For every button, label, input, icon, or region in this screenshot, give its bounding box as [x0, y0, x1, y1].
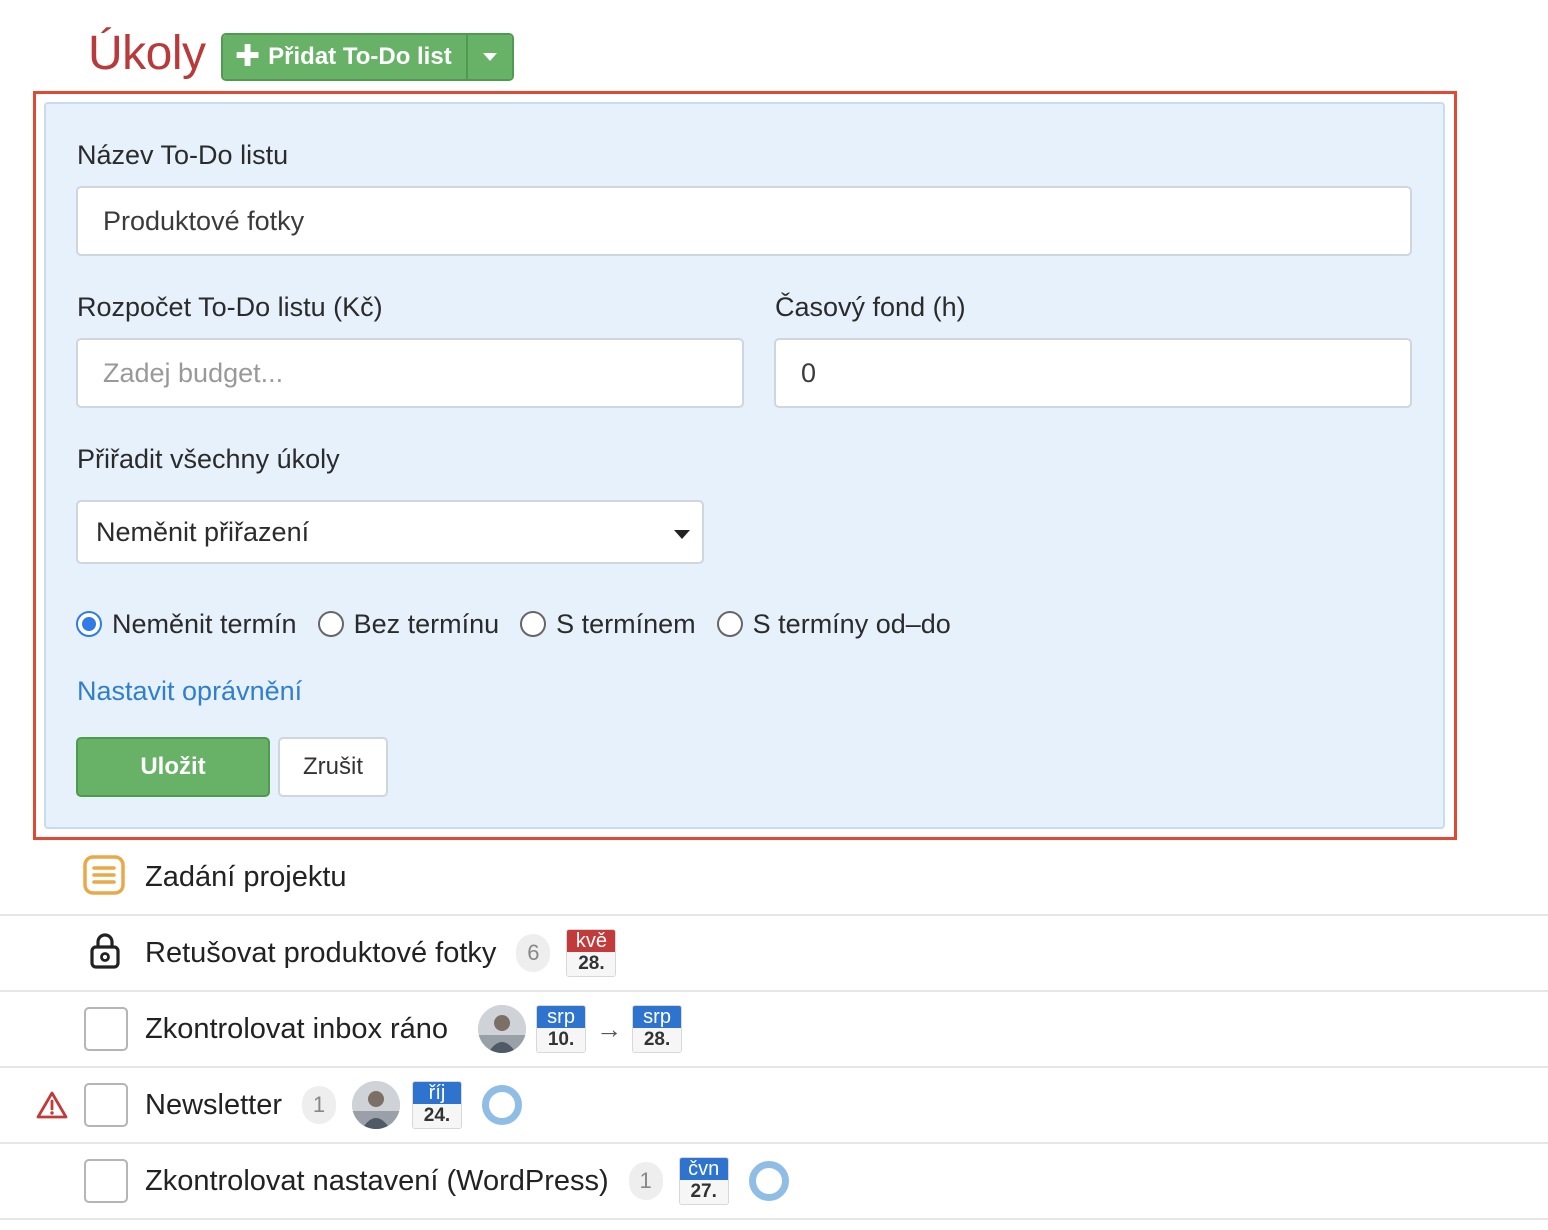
- deadline-radio-group: Neměnit termín Bez termínu S termínem S …: [76, 604, 972, 644]
- arrow-right-icon: →: [596, 1013, 623, 1044]
- task-title[interactable]: Zadání projektu: [145, 861, 347, 894]
- date-day: 28.: [567, 952, 616, 976]
- progress-ring-icon: [482, 1085, 522, 1125]
- start-date-badge: srp 10.: [536, 1005, 587, 1053]
- task-title[interactable]: Zkontrolovat inbox ráno: [145, 1013, 448, 1046]
- due-date-badge: čvn 27.: [678, 1157, 729, 1205]
- task-title[interactable]: Retušovat produktové fotky: [145, 937, 496, 970]
- radio-button[interactable]: [76, 611, 102, 637]
- radio-keep-deadline[interactable]: Neměnit termín: [76, 609, 297, 640]
- radio-label: Neměnit termín: [112, 608, 297, 639]
- date-month: říj: [413, 1082, 461, 1104]
- todo-name-input[interactable]: Produktové fotky: [76, 186, 1412, 256]
- budget-label: Rozpočet To-Do listu (Kč): [77, 292, 383, 322]
- plus-icon: ✚: [235, 40, 261, 73]
- save-button[interactable]: Uložit: [76, 737, 270, 797]
- date-day: 24.: [413, 1104, 461, 1128]
- subtask-count-badge: 6: [516, 934, 551, 972]
- avatar: [478, 1005, 527, 1053]
- lock-icon: [89, 932, 121, 975]
- task-row[interactable]: Newsletter 1 říj 24.: [0, 1068, 1548, 1144]
- cancel-button[interactable]: Zrušit: [278, 737, 388, 797]
- date-month: čvn: [679, 1158, 728, 1180]
- page-title: Úkoly: [88, 27, 206, 80]
- radio-button[interactable]: [317, 611, 344, 637]
- warning-icon: [36, 1090, 68, 1125]
- radio-no-deadline[interactable]: Bez termínu: [317, 608, 500, 640]
- date-month: srp: [633, 1006, 682, 1028]
- radio-label: S termíny od–do: [752, 608, 951, 639]
- radio-button[interactable]: [520, 611, 547, 637]
- time-fund-label: Časový fond (h): [775, 292, 966, 322]
- assign-select-value: Neměnit přiřazení: [96, 516, 310, 547]
- radio-label: S termínem: [556, 608, 696, 639]
- task-title[interactable]: Newsletter: [145, 1089, 282, 1122]
- date-day: 10.: [537, 1028, 586, 1052]
- progress-ring-icon: [748, 1161, 789, 1201]
- due-date-badge: říj 24.: [412, 1081, 462, 1129]
- task-checkbox[interactable]: [84, 1159, 128, 1203]
- task-title[interactable]: Zkontrolovat nastavení (WordPress): [145, 1165, 609, 1198]
- assign-select[interactable]: Neměnit přiřazení: [76, 500, 704, 564]
- add-todo-list-dropdown-toggle[interactable]: [467, 35, 512, 79]
- date-day: 28.: [633, 1028, 682, 1052]
- radio-deadline-range[interactable]: S termíny od–do: [716, 608, 951, 640]
- avatar: [352, 1081, 400, 1129]
- chevron-down-icon: [482, 53, 497, 61]
- radio-button[interactable]: [716, 611, 743, 637]
- date-month: kvě: [567, 930, 616, 952]
- date-day: 27.: [679, 1180, 728, 1204]
- document-icon: [83, 854, 125, 900]
- set-permissions-link[interactable]: Nastavit oprávnění: [77, 676, 302, 707]
- due-date-badge: kvě 28.: [566, 929, 617, 977]
- date-month: srp: [537, 1006, 586, 1028]
- budget-input[interactable]: Zadej budget...: [76, 338, 744, 408]
- time-fund-input[interactable]: 0: [774, 338, 1412, 408]
- chevron-down-icon: [674, 530, 690, 539]
- subtask-count-badge: 1: [628, 1162, 663, 1200]
- task-row[interactable]: Zadání projektu: [0, 840, 1548, 916]
- add-todo-list-button[interactable]: ✚ Přidat To-Do list: [223, 35, 468, 79]
- radio-with-deadline[interactable]: S termínem: [520, 609, 696, 640]
- subtask-count-badge: 1: [302, 1086, 336, 1124]
- name-label: Název To-Do listu: [77, 140, 289, 170]
- add-todo-list-button-group: ✚ Přidat To-Do list: [221, 33, 514, 81]
- add-todo-list-label: Přidat To-Do list: [268, 43, 452, 70]
- task-row[interactable]: Retušovat produktové fotky 6 kvě 28.: [0, 916, 1548, 992]
- task-checkbox[interactable]: [84, 1007, 128, 1051]
- radio-label: Bez termínu: [353, 608, 500, 639]
- task-row[interactable]: Zkontrolovat inbox ráno srp 10. → srp 28…: [0, 992, 1548, 1068]
- end-date-badge: srp 28.: [632, 1005, 683, 1053]
- task-row[interactable]: Zkontrolovat nastavení (WordPress) 1 čvn…: [0, 1144, 1548, 1220]
- assign-label: Přiřadit všechny úkoly: [77, 444, 340, 474]
- task-checkbox[interactable]: [84, 1083, 128, 1127]
